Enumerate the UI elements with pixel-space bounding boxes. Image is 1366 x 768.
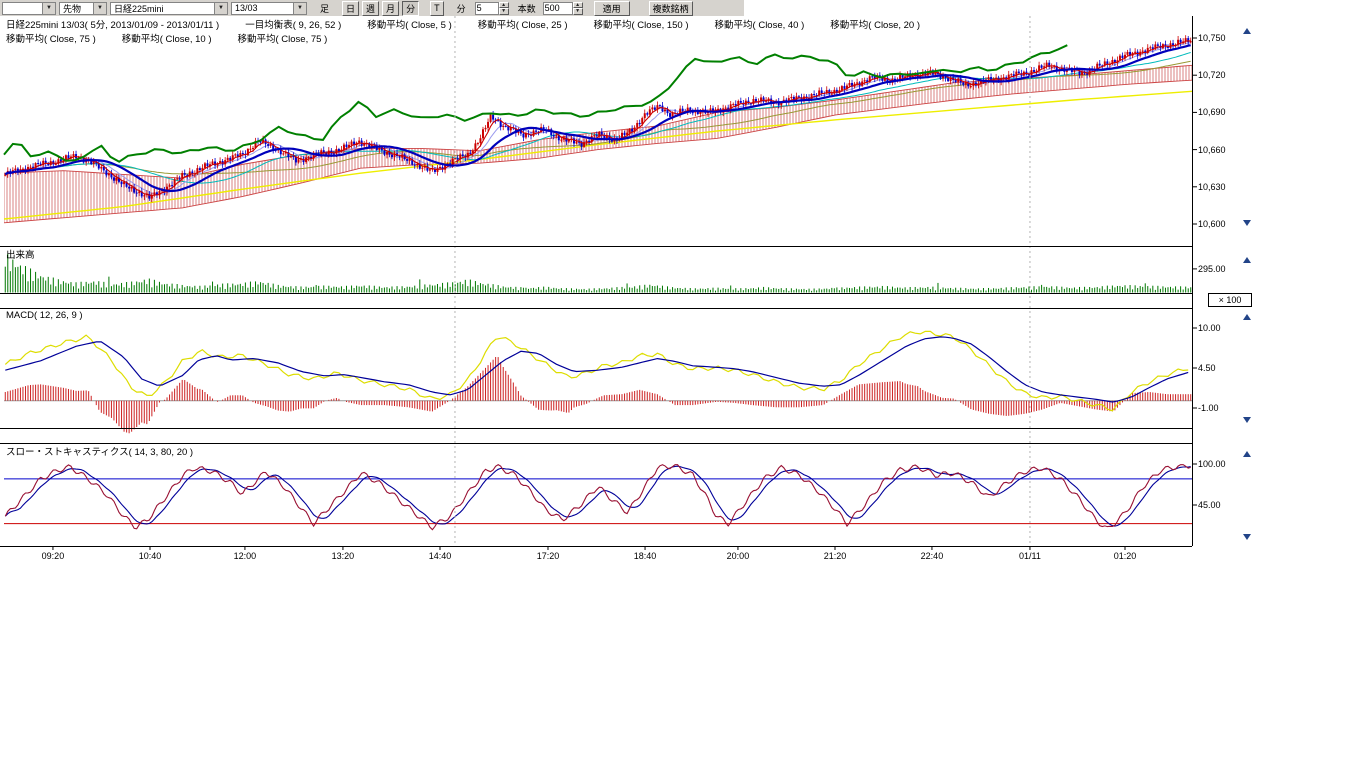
stoch-scale-down-button[interactable] <box>1243 534 1251 540</box>
stoch-scale-up-button[interactable] <box>1243 451 1251 457</box>
macd-scale-up-button[interactable] <box>1243 314 1251 320</box>
indicator-ma75b-label: 移動平均( Close, 75 ) <box>238 31 328 45</box>
count-stepper: ▲ ▼ <box>543 2 583 15</box>
indicator-ma10-label: 移動平均( Close, 10 ) <box>122 31 212 45</box>
chart-mode-combobox[interactable]: ▼ <box>2 2 56 15</box>
contract-month-value: 13/03 <box>235 3 258 13</box>
period-minute-button[interactable]: 分 <box>402 1 419 16</box>
dropdown-arrow-icon[interactable]: ▼ <box>293 3 306 14</box>
spin-down-icon[interactable]: ▼ <box>573 8 583 15</box>
macd-scale-down-button[interactable] <box>1243 417 1251 423</box>
toolbar: ▼ 先物 ▼ 日経225mini ▼ 13/03 ▼ 足 日 週 月 分 T 分… <box>0 0 744 16</box>
contract-month-combobox[interactable]: 13/03 ▼ <box>231 2 307 15</box>
volume-pane-label: 出来高 <box>6 247 35 261</box>
dropdown-arrow-icon[interactable]: ▼ <box>42 3 55 14</box>
spin-down-icon[interactable]: ▼ <box>499 8 509 15</box>
volume-multiplier-badge: × 100 <box>1208 293 1252 307</box>
chart-application-window: ▼ 先物 ▼ 日経225mini ▼ 13/03 ▼ 足 日 週 月 分 T 分… <box>0 0 1366 768</box>
count-label: 本数 <box>518 2 536 15</box>
price-scale-up-button[interactable] <box>1243 28 1251 34</box>
bar-type-label: 足 <box>320 2 329 15</box>
symbol-combobox[interactable]: 日経225mini ▼ <box>110 2 228 15</box>
market-combobox[interactable]: 先物 ▼ <box>59 2 107 15</box>
minute-stepper: ▲ ▼ <box>475 2 509 15</box>
indicator-ichimoku-label: 一目均衡表( 9, 26, 52 ) <box>245 17 341 31</box>
multi-symbol-button[interactable]: 複数銘柄 <box>649 1 693 16</box>
period-day-button[interactable]: 日 <box>342 1 359 16</box>
minute-unit-label: 分 <box>457 2 466 15</box>
volume-scale-up-button[interactable] <box>1243 257 1251 263</box>
chart-title: 日経225mini 13/03( 5分, 2013/01/09 - 2013/0… <box>6 17 219 31</box>
chart-canvas[interactable] <box>0 0 1366 768</box>
indicator-ma75-label: 移動平均( Close, 75 ) <box>6 31 96 45</box>
indicator-header-line2: 移動平均( Close, 75 ) 移動平均( Close, 10 ) 移動平均… <box>6 31 327 45</box>
macd-pane-label: MACD( 12, 26, 9 ) <box>6 310 83 321</box>
indicator-ma40-label: 移動平均( Close, 40 ) <box>715 17 805 31</box>
dropdown-arrow-icon[interactable]: ▼ <box>93 3 106 14</box>
apply-button[interactable]: 適用 <box>594 1 630 16</box>
indicator-ma5-label: 移動平均( Close, 5 ) <box>367 17 451 31</box>
period-week-button[interactable]: 週 <box>362 1 379 16</box>
tick-button[interactable]: T <box>430 1 444 16</box>
indicator-ma150-label: 移動平均( Close, 150 ) <box>594 17 689 31</box>
market-value: 先物 <box>63 2 81 15</box>
count-input[interactable] <box>543 2 573 15</box>
indicator-ma25-label: 移動平均( Close, 25 ) <box>478 17 568 31</box>
indicator-ma20-label: 移動平均( Close, 20 ) <box>830 17 920 31</box>
dropdown-arrow-icon[interactable]: ▼ <box>214 3 227 14</box>
symbol-value: 日経225mini <box>114 2 164 15</box>
indicator-header-line1: 日経225mini 13/03( 5分, 2013/01/09 - 2013/0… <box>6 17 920 31</box>
period-month-button[interactable]: 月 <box>382 1 399 16</box>
minute-input[interactable] <box>475 2 499 15</box>
stochastics-pane-label: スロー・ストキャスティクス( 14, 3, 80, 20 ) <box>6 444 193 458</box>
price-scale-down-button[interactable] <box>1243 220 1251 226</box>
